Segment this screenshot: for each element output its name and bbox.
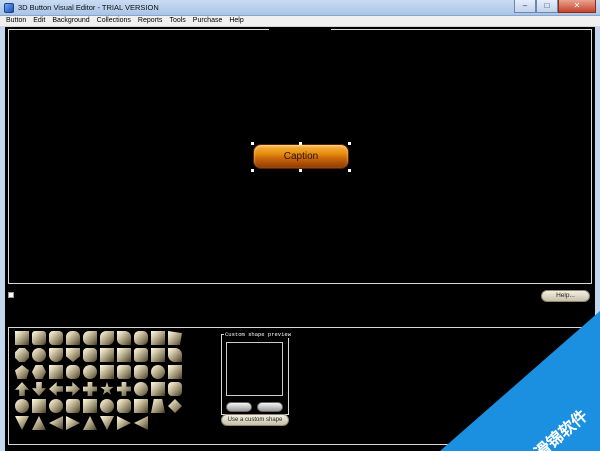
shape-gallery <box>15 331 205 437</box>
shape-triangle-left-icon[interactable] <box>134 416 148 430</box>
shape-circle-icon[interactable] <box>100 399 114 413</box>
design-canvas[interactable]: Caption <box>8 28 592 284</box>
shape-skew-icon[interactable] <box>168 331 182 345</box>
shape-octagon-icon[interactable] <box>15 348 29 362</box>
watermark: 滑锦软件 <box>440 311 600 451</box>
resize-handle-bottom-middle[interactable] <box>299 169 302 172</box>
shape-rounded-square-icon[interactable] <box>66 365 80 379</box>
title-bar: 3D Button Visual Editor - TRIAL VERSION … <box>0 0 600 16</box>
shape-rounded-square-icon[interactable] <box>168 382 182 396</box>
menu-bar: Button Edit Background Collections Repor… <box>0 16 600 27</box>
shape-triangle-right-icon[interactable] <box>117 416 131 430</box>
shape-circle-icon[interactable] <box>49 399 63 413</box>
shape-chevron-icon[interactable] <box>66 348 80 362</box>
shape-triangle-right-icon[interactable] <box>66 416 80 430</box>
resize-handle-top-middle[interactable] <box>299 142 302 145</box>
shape-pentagon-icon[interactable] <box>15 365 29 379</box>
resize-handle-bottom-left[interactable] <box>251 169 254 172</box>
menu-purchase[interactable]: Purchase <box>193 16 223 26</box>
window-controls: – □ ✕ <box>514 0 596 14</box>
shape-square-icon[interactable] <box>168 365 182 379</box>
custom-shape-preview-group: Custom shape preview <box>221 331 293 415</box>
shape-square-icon[interactable] <box>117 348 131 362</box>
shape-square-icon[interactable] <box>151 331 165 345</box>
shape-rounded-square-icon[interactable] <box>134 331 148 345</box>
canvas-border-gap <box>269 28 331 31</box>
shape-arrow-left-icon[interactable] <box>49 382 63 396</box>
shape-arrow-down-icon[interactable] <box>32 382 46 396</box>
shape-square-icon[interactable] <box>151 382 165 396</box>
shape-cross-icon[interactable] <box>83 382 97 396</box>
shape-circle-icon[interactable] <box>15 399 29 413</box>
shape-rounded-square-icon[interactable] <box>32 331 46 345</box>
shape-triangle-up-icon[interactable] <box>32 416 46 430</box>
shape-round-left-icon[interactable] <box>83 331 97 345</box>
shape-arrow-right-icon[interactable] <box>66 382 80 396</box>
shape-rounded-square-icon[interactable] <box>117 365 131 379</box>
shape-hexagon-icon[interactable] <box>32 365 46 379</box>
shape-wave-icon[interactable] <box>168 348 182 362</box>
shape-square-icon[interactable] <box>100 348 114 362</box>
custom-shape-preview-box <box>226 342 283 396</box>
maximize-button[interactable]: □ <box>536 0 558 13</box>
shape-shield-icon[interactable] <box>49 348 63 362</box>
shape-square-icon[interactable] <box>151 348 165 362</box>
shape-triangle-down-icon[interactable] <box>100 416 114 430</box>
shape-tab-icon[interactable] <box>100 331 114 345</box>
shape-square-icon[interactable] <box>32 399 46 413</box>
shape-diamond-icon[interactable] <box>168 399 182 413</box>
use-custom-shape-button[interactable]: Use a custom shape <box>221 414 289 426</box>
menu-collections[interactable]: Collections <box>97 16 131 26</box>
shape-circle-icon[interactable] <box>134 382 148 396</box>
shape-rounded-square-icon[interactable] <box>83 348 97 362</box>
app-icon <box>4 3 14 13</box>
custom-shape-preview-label: Custom shape preview <box>224 331 293 338</box>
shape-rounded-square-icon[interactable] <box>117 399 131 413</box>
help-button[interactable]: Help... <box>541 290 590 302</box>
shape-circle-icon[interactable] <box>151 365 165 379</box>
shape-triangle-up-icon[interactable] <box>83 416 97 430</box>
caption-button-label: Caption <box>283 151 319 162</box>
window-frame-left <box>0 27 5 451</box>
shape-rounded-square-icon[interactable] <box>134 348 148 362</box>
shape-square-icon[interactable] <box>49 365 63 379</box>
shape-square-icon[interactable] <box>83 399 97 413</box>
menu-button[interactable]: Button <box>6 16 26 26</box>
menu-edit[interactable]: Edit <box>33 16 45 26</box>
shape-tab-icon[interactable] <box>117 331 131 345</box>
preview-sample-pill-left[interactable] <box>226 402 252 412</box>
menu-tools[interactable]: Tools <box>169 16 185 26</box>
resize-handle-top-right[interactable] <box>348 142 351 145</box>
shape-square-icon[interactable] <box>100 365 114 379</box>
menu-background[interactable]: Background <box>52 16 89 26</box>
resize-handle-bottom-right[interactable] <box>348 169 351 172</box>
minimize-button[interactable]: – <box>514 0 536 13</box>
shape-round-top-icon[interactable] <box>66 331 80 345</box>
shape-trapezoid-icon[interactable] <box>151 399 165 413</box>
shape-rounded-square-icon[interactable] <box>66 399 80 413</box>
shape-rounded-square-icon[interactable] <box>49 331 63 345</box>
close-button[interactable]: ✕ <box>558 0 596 13</box>
menu-reports[interactable]: Reports <box>138 16 163 26</box>
shape-star-icon[interactable] <box>100 382 114 395</box>
shape-cross-icon[interactable] <box>117 382 131 396</box>
shape-circle-icon[interactable] <box>83 365 97 379</box>
shape-arrow-up-icon[interactable] <box>15 382 29 396</box>
shape-square-icon[interactable] <box>15 331 29 345</box>
shape-triangle-left-icon[interactable] <box>49 416 63 430</box>
menu-help[interactable]: Help <box>229 16 243 26</box>
shape-triangle-down-icon[interactable] <box>15 416 29 430</box>
shape-rounded-square-icon[interactable] <box>134 365 148 379</box>
shape-square-icon[interactable] <box>134 399 148 413</box>
preview-sample-pill-right[interactable] <box>257 402 283 412</box>
resize-handle-top-left[interactable] <box>251 142 254 145</box>
window-title: 3D Button Visual Editor - TRIAL VERSION <box>18 3 159 12</box>
shape-circle-icon[interactable] <box>32 348 46 362</box>
caption-button-preview[interactable]: Caption <box>253 144 349 169</box>
canvas-toggle-checkbox[interactable] <box>8 292 14 298</box>
